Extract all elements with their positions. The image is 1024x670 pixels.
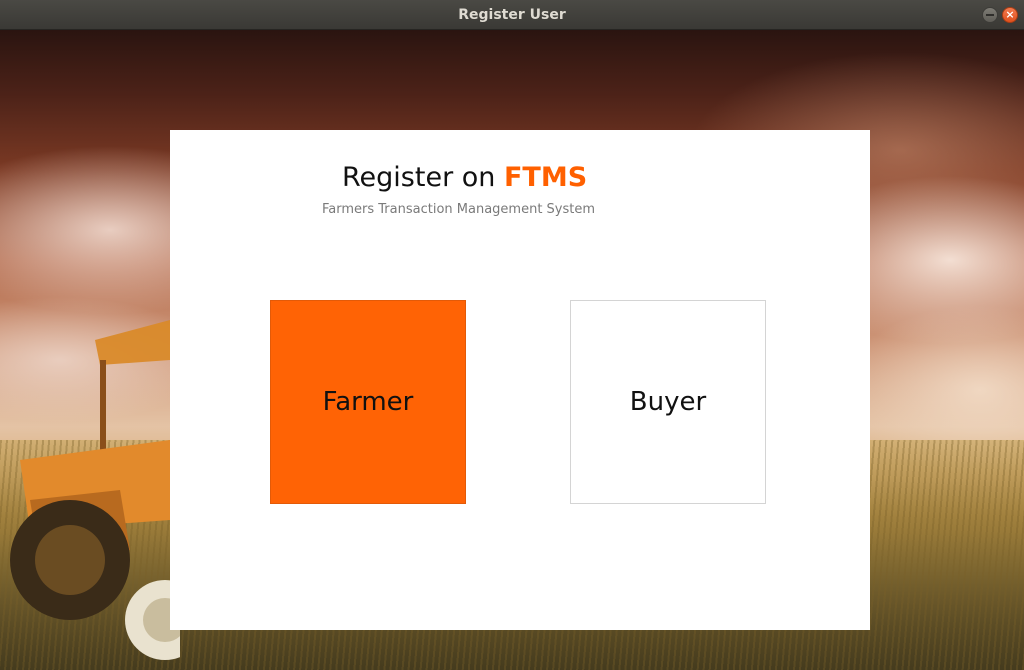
farmer-button[interactable]: Farmer (270, 300, 466, 504)
farmer-button-label: Farmer (322, 387, 414, 417)
tractor-image (10, 320, 180, 660)
registration-panel: Register on FTMS Farmers Transaction Man… (170, 130, 870, 630)
buyer-button-label: Buyer (629, 387, 707, 417)
minimize-icon (986, 14, 994, 16)
close-icon: × (1005, 8, 1015, 21)
close-button[interactable]: × (1002, 7, 1018, 23)
page-subtitle: Farmers Transaction Management System (322, 202, 596, 217)
register-user-window: Register User × Register on FTMS Farmers… (0, 0, 1024, 670)
page-title-prefix: Register on (342, 162, 504, 193)
brand-name: FTMS (503, 162, 588, 193)
page-title: Register on FTMS (342, 160, 587, 196)
minimize-button[interactable] (982, 7, 998, 23)
buyer-button[interactable]: Buyer (570, 300, 766, 504)
window-title: Register User (458, 7, 566, 23)
title-bar[interactable]: Register User × (0, 0, 1024, 30)
